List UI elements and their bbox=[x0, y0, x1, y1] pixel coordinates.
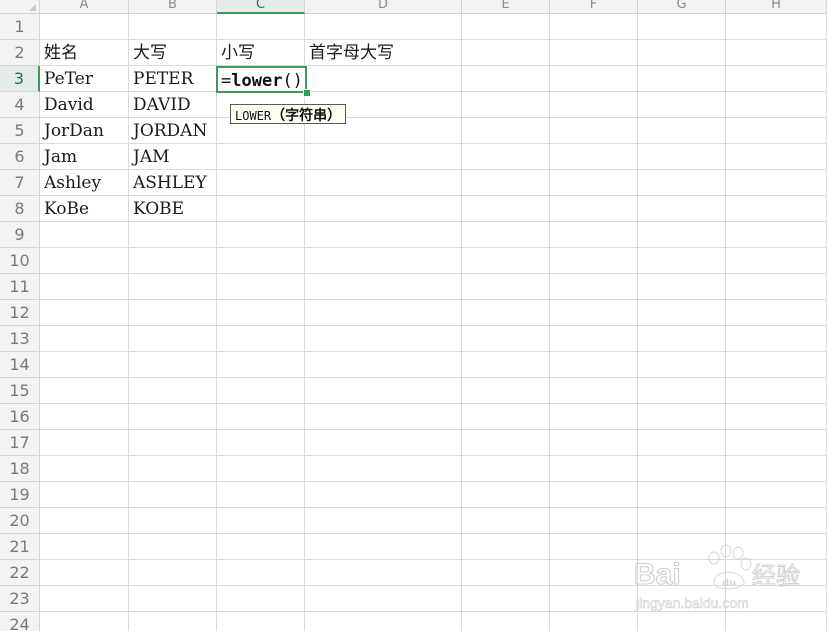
row-header-4[interactable]: 4 bbox=[0, 92, 40, 118]
row-header-19[interactable]: 19 bbox=[0, 482, 40, 508]
cell-a5[interactable]: JorDan bbox=[40, 118, 129, 143]
row-header-9[interactable]: 9 bbox=[0, 222, 40, 248]
column-header-b[interactable]: B bbox=[129, 0, 217, 14]
gridline-horizontal bbox=[40, 481, 827, 482]
cell-b4[interactable]: DAVID bbox=[129, 92, 217, 117]
cell-a7[interactable]: Ashley bbox=[40, 170, 129, 195]
cell-b3[interactable]: PETER bbox=[129, 66, 217, 91]
column-header-f[interactable]: F bbox=[550, 0, 638, 14]
gridline-horizontal bbox=[40, 377, 827, 378]
gridline-horizontal bbox=[40, 455, 827, 456]
row-header-7[interactable]: 7 bbox=[0, 170, 40, 196]
row-header-23[interactable]: 23 bbox=[0, 586, 40, 612]
gridline-horizontal bbox=[40, 247, 827, 248]
cell-a3[interactable]: PeTer bbox=[40, 66, 129, 91]
row-header-3[interactable]: 3 bbox=[0, 66, 40, 92]
gridline-horizontal bbox=[40, 351, 827, 352]
cell-b5[interactable]: JORDAN bbox=[129, 118, 217, 143]
gridline-horizontal bbox=[40, 325, 827, 326]
column-header-c[interactable]: C bbox=[217, 0, 305, 14]
row-header-11[interactable]: 11 bbox=[0, 274, 40, 300]
gridline-horizontal bbox=[40, 221, 827, 222]
gridline-horizontal bbox=[40, 429, 827, 430]
gridline-horizontal bbox=[40, 273, 827, 274]
column-header-g[interactable]: G bbox=[638, 0, 726, 14]
gridline-horizontal bbox=[40, 611, 827, 612]
gridline-horizontal bbox=[40, 559, 827, 560]
spreadsheet: ABCDEFGH 1 2 3 4 5 6 7 8 9 10 11 12 13 14 15 16 17 18 19 20… bbox=[0, 0, 827, 631]
fill-handle[interactable] bbox=[303, 89, 311, 97]
watermark-url: jingyan.baidu.com bbox=[635, 595, 749, 611]
function-argument-tooltip: LOWER（字符串） bbox=[230, 104, 347, 124]
tooltip-argument: （字符串） bbox=[271, 108, 342, 124]
column-header-e[interactable]: E bbox=[462, 0, 550, 14]
column-header-d[interactable]: D bbox=[305, 0, 462, 14]
gridline-vertical bbox=[549, 14, 550, 631]
row-header-5[interactable]: 5 bbox=[0, 118, 40, 144]
row-header-22[interactable]: 22 bbox=[0, 560, 40, 586]
row-header-21[interactable]: 21 bbox=[0, 534, 40, 560]
cell-b2[interactable]: 大写 bbox=[129, 40, 217, 65]
cell-d2[interactable]: 首字母大写 bbox=[305, 40, 482, 65]
row-header-6[interactable]: 6 bbox=[0, 144, 40, 170]
formula-function: lower bbox=[231, 71, 283, 91]
row-header-10[interactable]: 10 bbox=[0, 248, 40, 274]
row-header-2[interactable]: 2 bbox=[0, 40, 40, 66]
formula-parens: () bbox=[282, 71, 303, 91]
cell-b6[interactable]: JAM bbox=[129, 144, 217, 169]
row-header-24[interactable]: 24 bbox=[0, 612, 40, 631]
row-header-8[interactable]: 8 bbox=[0, 196, 40, 222]
cell-c2[interactable]: 小写 bbox=[217, 40, 305, 65]
gridline-horizontal bbox=[40, 507, 827, 508]
gridline-horizontal bbox=[40, 533, 827, 534]
cell-a4[interactable]: David bbox=[40, 92, 129, 117]
gridline-vertical bbox=[725, 14, 726, 631]
column-header-h[interactable]: H bbox=[726, 0, 827, 14]
gridline-horizontal bbox=[40, 403, 827, 404]
select-all-corner[interactable] bbox=[0, 0, 40, 14]
row-header-14[interactable]: 14 bbox=[0, 352, 40, 378]
row-header-15[interactable]: 15 bbox=[0, 378, 40, 404]
formula-prefix: = bbox=[221, 71, 232, 91]
column-header-a[interactable]: A bbox=[40, 0, 129, 14]
gridline-horizontal bbox=[40, 585, 827, 586]
tooltip-function-name: LOWER bbox=[235, 109, 272, 123]
row-header-1[interactable]: 1 bbox=[0, 14, 40, 40]
cell-a8[interactable]: KoBe bbox=[40, 196, 129, 221]
row-header-17[interactable]: 17 bbox=[0, 430, 40, 456]
cell-b8[interactable]: KOBE bbox=[129, 196, 217, 221]
gridline-vertical bbox=[637, 14, 638, 631]
gridline-vertical bbox=[461, 14, 462, 631]
row-header-20[interactable]: 20 bbox=[0, 508, 40, 534]
row-header-18[interactable]: 18 bbox=[0, 456, 40, 482]
baidu-jingyan-watermark-logo: Bai du 经验 jingyan.baidu.com bbox=[633, 544, 801, 611]
cell-b7[interactable]: ASHLEY bbox=[129, 170, 217, 195]
cell-a6[interactable]: Jam bbox=[40, 144, 129, 169]
watermark-brand: Bai bbox=[634, 558, 681, 591]
row-header-13[interactable]: 13 bbox=[0, 326, 40, 352]
row-header-12[interactable]: 12 bbox=[0, 300, 40, 326]
cell-editor-formula[interactable]: =lower() bbox=[221, 68, 303, 93]
cell-a2[interactable]: 姓名 bbox=[40, 40, 129, 65]
row-header-16[interactable]: 16 bbox=[0, 404, 40, 430]
gridline-horizontal bbox=[40, 299, 827, 300]
